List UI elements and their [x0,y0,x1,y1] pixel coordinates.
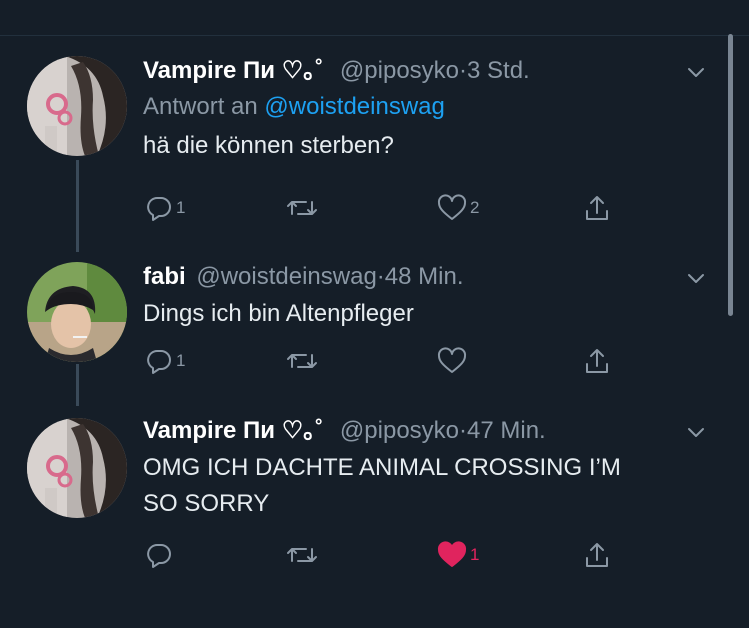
share-button[interactable] [583,540,611,570]
reply-button[interactable]: 1 [145,193,185,223]
avatar[interactable] [27,418,127,518]
reply-count: 1 [176,198,186,217]
display-name-suffix: ♡｡˚ [281,57,324,84]
avatar[interactable] [27,262,127,362]
avatar-image [27,56,127,156]
user-handle[interactable]: @piposyko [340,57,459,84]
retweet-button[interactable] [286,540,321,570]
like-count: 2 [470,198,480,217]
share-icon [586,196,608,220]
user-handle[interactable]: @piposyko [340,417,459,444]
retweet-button[interactable] [286,193,321,223]
reply-icon [147,544,171,568]
retweet-button[interactable] [286,346,321,376]
display-name[interactable]: Vampire Пи [143,57,275,84]
reply-count: 1 [176,351,186,370]
reply-context: Antwort an @woistdeinswag [143,92,709,122]
chevron-down-icon[interactable] [684,420,708,444]
reply-to-link[interactable]: @woistdeinswag [264,93,444,120]
tweet-header: Vampire Пи ♡｡˚ @piposyko·3 Std. [143,56,709,86]
timestamp[interactable]: 48 Min. [385,263,464,290]
tweet[interactable]: fabi @woistdeinswag·48 Min. Dings ich bi… [0,252,749,406]
tweet-text: Dings ich bin Altenpfleger [143,300,414,327]
timestamp[interactable]: 47 Min. [467,417,546,444]
tweet-text-line: OMG ICH DACHTE ANIMAL CROSSING I’M [143,454,621,481]
display-name-suffix: ♡｡˚ [281,417,324,444]
reply-icon [147,197,171,221]
chevron-down-icon[interactable] [684,266,708,290]
tweet-text: hä die können sterben? [143,132,394,159]
share-button[interactable] [583,193,611,223]
like-button[interactable]: 1 [437,540,479,570]
separator-dot: · [376,263,385,290]
user-handle[interactable]: @woistdeinswag [196,263,376,290]
share-icon [586,349,608,373]
tweet-thread-view: Vampire Пи ♡｡˚ @piposyko·3 Std. Antwort … [0,0,749,628]
display-name[interactable]: fabi [143,263,186,290]
reply-button[interactable] [145,540,176,570]
tweet[interactable]: Vampire Пи ♡｡˚ @piposyko·47 Min. OMG ICH… [0,406,749,628]
separator-dot: · [459,57,468,84]
timestamp[interactable]: 3 Std. [467,57,530,84]
tweet-header: fabi @woistdeinswag·48 Min. [143,262,709,292]
avatar[interactable] [27,56,127,156]
tweet[interactable]: Vampire Пи ♡｡˚ @piposyko·3 Std. Antwort … [0,0,749,252]
like-count: 1 [470,545,480,564]
like-button[interactable]: 2 [437,193,479,223]
avatar-image [27,418,127,518]
tweet-header: Vampire Пи ♡｡˚ @piposyko·47 Min. [143,416,709,446]
display-name[interactable]: Vampire Пи [143,417,275,444]
avatar-image [27,262,127,362]
reply-button[interactable]: 1 [145,346,185,376]
share-button[interactable] [583,346,611,376]
tweet-text: OMG ICH DACHTE ANIMAL CROSSING I’M SO SO… [143,450,709,522]
like-icon [437,347,467,373]
like-icon [437,194,467,220]
reply-icon [147,350,171,374]
share-icon [586,543,608,567]
retweet-icon [287,354,317,368]
tweet-text-line: SO SORRY [143,490,270,517]
separator-dot: · [459,417,468,444]
retweet-icon [287,548,317,562]
reply-to-label: Antwort an [143,93,258,120]
retweet-icon [287,201,317,215]
chevron-down-icon[interactable] [684,60,708,84]
like-button[interactable] [437,346,470,376]
like-icon [437,541,467,567]
